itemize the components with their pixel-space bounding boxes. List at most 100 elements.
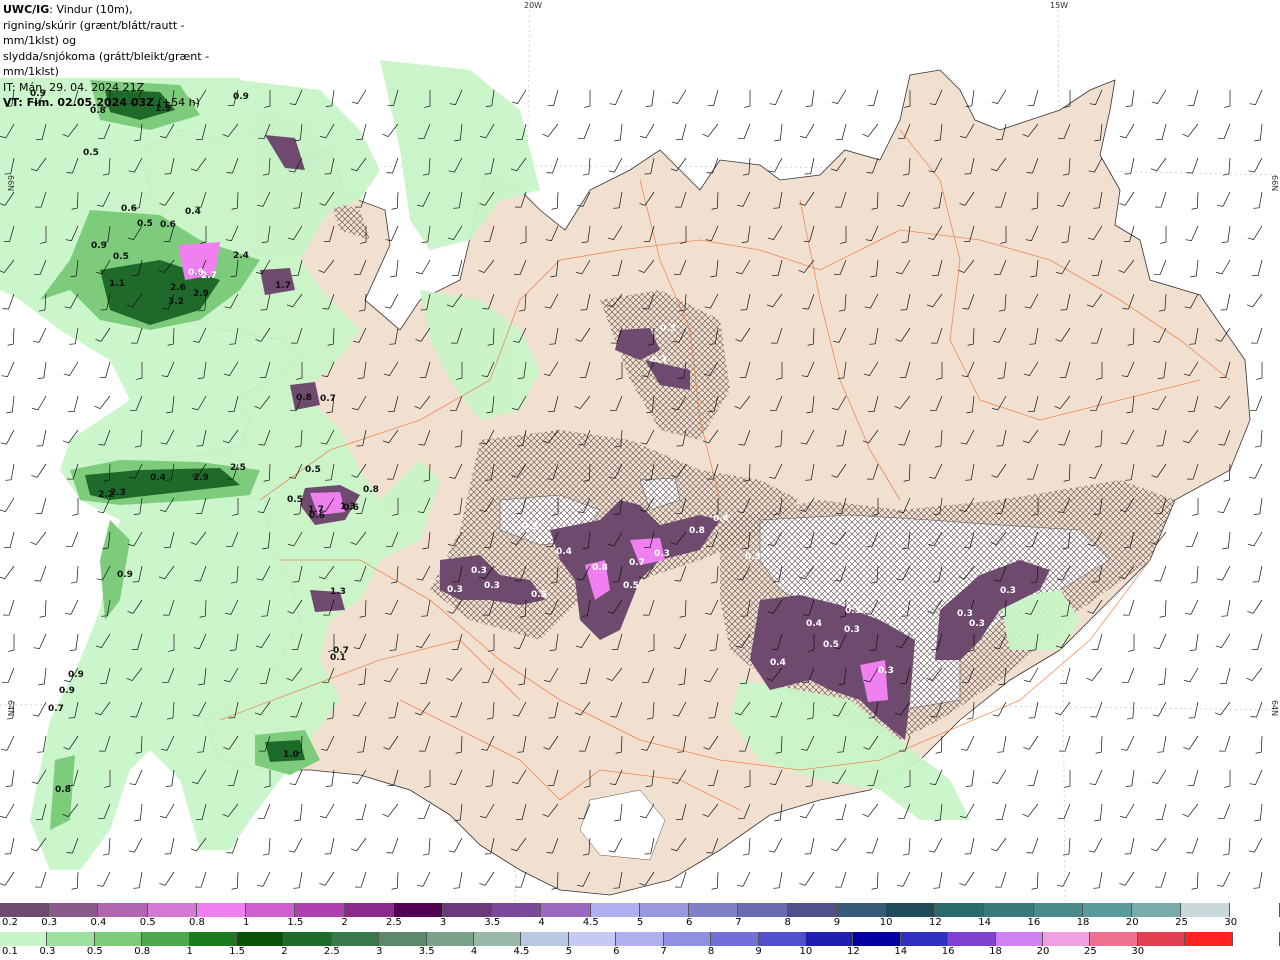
legend-swatch — [47, 932, 95, 946]
legend-swatch — [995, 932, 1043, 946]
snow-color-bar — [0, 903, 1280, 917]
legend-swatch — [948, 932, 996, 946]
precip-value: 0.8 — [592, 563, 608, 573]
precip-value: 0.7 — [320, 394, 336, 404]
legend-swatch — [344, 903, 394, 917]
precip-value: 0.8 — [55, 785, 71, 795]
title-line-3: slydda/snjókoma (grátt/bleikt/grænt - mm… — [3, 49, 210, 79]
title-line-2: rigning/skúrir (grænt/blátt/rautt - mm/1… — [3, 18, 185, 48]
legend-swatch — [1232, 932, 1280, 946]
legend-swatch — [1230, 903, 1280, 917]
legend-label: 6 — [613, 946, 620, 957]
precip-value: 0.3 — [745, 552, 761, 562]
legend-swatch — [1181, 903, 1231, 917]
legend-swatch — [711, 932, 759, 946]
precip-value: 0.4 — [806, 619, 822, 629]
legend-label: 16 — [941, 946, 955, 957]
legend-swatch — [1082, 903, 1133, 917]
legend-label: 7 — [735, 917, 742, 928]
lon-label-15w: 15W — [1050, 1, 1068, 10]
precip-value: 0.4 — [150, 473, 166, 483]
legend-swatch — [98, 903, 148, 917]
precip-value: 0.8 — [296, 393, 312, 403]
legend-label: 18 — [1076, 917, 1090, 928]
legend-swatch — [853, 932, 901, 946]
precip-value: 0.5 — [83, 148, 99, 158]
precip-value: 0.5 — [623, 581, 639, 591]
legend-label: 0.1 — [2, 946, 18, 957]
precip-value: 0.9 — [59, 686, 75, 696]
legend-swatch — [616, 932, 664, 946]
legend-swatch — [331, 932, 380, 946]
snow-legend-labels: 0.2 0.3 0.4 0.5 0.8 1 1.5 2 2.5 3 3.5 4 4.5 5 6 7 8 9 10 12… — [0, 917, 1280, 929]
legend-label: 1.5 — [287, 917, 304, 928]
precip-value: 0.4 — [556, 547, 572, 557]
legend-label: 2.5 — [385, 917, 402, 928]
legend-swatch — [1185, 932, 1233, 946]
precip-value: 2.6 — [170, 283, 186, 293]
precip-value: 0.9 — [117, 570, 133, 580]
precip-value: 3.2 — [168, 297, 184, 307]
precip-value: 2.5 — [230, 463, 246, 473]
precip-value: 0.5 — [823, 640, 839, 650]
legend-swatch — [1033, 903, 1083, 917]
precip-value: 0.6 — [160, 220, 176, 230]
map-info-panel: UWC/IG: Vindur (10m), rigning/skúrir (gr… — [0, 0, 240, 109]
legend-swatch — [0, 932, 48, 946]
precip-value: 1.7 — [275, 281, 291, 291]
legend-label: 4.5 — [582, 917, 599, 928]
legend-swatch — [885, 903, 936, 917]
legend-swatch — [663, 932, 712, 946]
legend-swatch — [521, 932, 569, 946]
legend-swatch — [1137, 932, 1186, 946]
legend-label: 25 — [1175, 917, 1188, 928]
precip-value: 0.9 — [91, 241, 107, 251]
title-line-1: : Vindur (10m), — [49, 3, 133, 16]
legend-swatch — [246, 903, 296, 917]
legend-label: 12 — [929, 917, 942, 928]
legend-label: 0.5 — [139, 917, 156, 928]
legend-label: 14 — [978, 917, 991, 928]
legend-swatch — [738, 903, 788, 917]
lon-label-20w: 20W — [524, 1, 542, 10]
precip-value: 0.5 — [287, 495, 303, 505]
legend-swatch — [590, 903, 640, 917]
legend-swatch — [0, 903, 50, 917]
legend-label: 0.3 — [39, 946, 56, 957]
precip-value: 0.4 — [770, 658, 786, 668]
precip-value: 0.5 — [137, 219, 153, 229]
legend-label: 0.5 — [86, 946, 103, 957]
legend-label: 3.5 — [418, 946, 435, 957]
precip-value: 0.3 — [484, 581, 500, 591]
legend-label: 7 — [660, 946, 667, 957]
precip-value: 1.0 — [283, 750, 299, 760]
legend-label: 20 — [1125, 917, 1139, 928]
precip-value: 0.3 — [447, 585, 463, 595]
weather-map: 20W 15W 66N 66N 64N 64N 0.90.8 1.90.90.50… — [0, 0, 1280, 902]
precip-value: 0.3 — [651, 355, 667, 365]
legend-label: 8 — [784, 917, 791, 928]
precip-value: 2.3 — [110, 488, 126, 498]
lat-label-66n-left: 66N — [6, 175, 15, 191]
precip-value: 1.1 — [109, 279, 125, 289]
legend-label: 1.5 — [229, 946, 245, 957]
legend-label: 18 — [989, 946, 1002, 957]
legend-label: 8 — [707, 946, 715, 957]
legend-label: 2.5 — [323, 946, 340, 957]
legend-label: 0.4 — [90, 917, 107, 928]
legend-label: 20 — [1036, 946, 1050, 957]
rain-color-bar — [0, 932, 1280, 946]
legend-label: 0.2 — [2, 917, 18, 928]
legend-swatch — [787, 903, 837, 917]
precip-value: 2.4 — [233, 251, 249, 261]
legend-label: 12 — [846, 946, 860, 957]
legend-swatch — [1042, 932, 1091, 946]
legend-swatch — [295, 903, 345, 917]
legend-label: 3 — [376, 946, 383, 957]
precip-value: 0.5 — [113, 252, 129, 262]
precip-value: 0.3 — [1000, 586, 1016, 596]
precip-value: 0.3 — [969, 619, 985, 629]
legend-swatch — [541, 903, 591, 917]
precip-value: 0.4 — [713, 514, 729, 524]
legend-label: 4.5 — [513, 946, 530, 957]
